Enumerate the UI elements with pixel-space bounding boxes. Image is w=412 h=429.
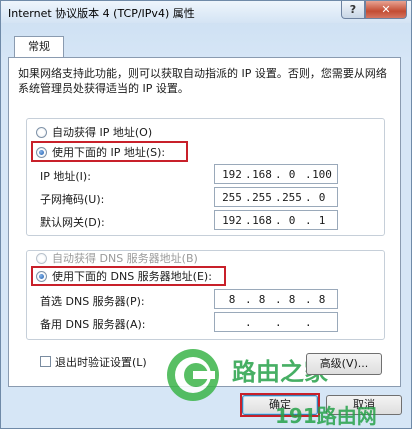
auto-ip-label: 自动获得 IP 地址(O) <box>52 126 153 139</box>
close-button[interactable]: ✕ <box>365 1 407 19</box>
ip-address-label: IP 地址(I): <box>40 170 91 183</box>
octet-dot: . <box>305 316 312 329</box>
auto-dns-radio-row[interactable]: 自动获得 DNS 服务器地址(B) <box>36 250 198 266</box>
validate-on-exit-checkbox[interactable] <box>40 356 51 367</box>
gateway-octet-3: 0 <box>288 214 296 227</box>
dns1-octet-1: 8 <box>228 293 236 306</box>
mask-octet-1: 255 <box>222 191 242 204</box>
gateway-octet-4: 1 <box>318 214 326 227</box>
auto-ip-radio-row[interactable]: 自动获得 IP 地址(O) <box>36 124 152 140</box>
watermark-site: 191路由网 <box>275 404 377 428</box>
watermark-logo-icon <box>167 349 219 401</box>
manual-ip-radio[interactable] <box>36 146 47 158</box>
gateway-octet-2: 168 <box>252 214 272 227</box>
default-gateway-label: 默认网关(D): <box>40 216 105 229</box>
validate-on-exit-label[interactable]: 退出时验证设置(L) <box>55 354 147 370</box>
auto-dns-radio[interactable] <box>36 252 47 264</box>
description-text: 如果网络支持此功能，则可以获取自动指派的 IP 设置。否则，您需要从网络系统管理… <box>18 67 387 95</box>
title-bar: Internet 协议版本 4 (TCP/IPv4) 属性 ? ✕ <box>1 1 411 23</box>
dns1-octet-2: 8 <box>258 293 266 306</box>
mask-octet-3: 255 <box>282 191 302 204</box>
manual-dns-radio-row[interactable]: 使用下面的 DNS 服务器地址(E): <box>36 268 212 284</box>
dns1-octet-4: 8 <box>318 293 326 306</box>
mask-octet-2: 255 <box>252 191 272 204</box>
octet-dot: . <box>275 316 282 329</box>
mask-octet-4: 0 <box>318 191 326 204</box>
manual-ip-label: 使用下面的 IP 地址(S): <box>52 146 166 159</box>
subnet-mask-label: 子网掩码(U): <box>40 193 105 206</box>
gateway-octet-1: 192 <box>222 214 242 227</box>
subnet-mask-input[interactable]: 255 . 255 . 255 . 0 <box>214 187 338 207</box>
dns1-octet-3: 8 <box>288 293 296 306</box>
auto-ip-radio[interactable] <box>36 126 47 138</box>
manual-dns-radio[interactable] <box>36 270 47 282</box>
default-gateway-input[interactable]: 192 . 168 . 0 . 1 <box>214 210 338 230</box>
advanced-button[interactable]: 高级(V)... <box>306 353 382 375</box>
octet-dot: . <box>245 316 252 329</box>
ip-address-input[interactable]: 192 . 168 . 0 . 100 <box>214 164 338 184</box>
auto-dns-label: 自动获得 DNS 服务器地址(B) <box>52 252 198 265</box>
preferred-dns-input[interactable]: 8 . 8 . 8 . 8 <box>214 289 338 309</box>
window-title: Internet 协议版本 4 (TCP/IPv4) 属性 <box>8 7 195 20</box>
preferred-dns-label: 首选 DNS 服务器(P): <box>40 295 145 308</box>
alternate-dns-input[interactable]: . . . <box>214 312 338 332</box>
ip-octet-1: 192 <box>222 168 242 181</box>
ip-octet-2: 168 <box>252 168 272 181</box>
manual-ip-radio-row[interactable]: 使用下面的 IP 地址(S): <box>36 144 165 160</box>
alternate-dns-label: 备用 DNS 服务器(A): <box>40 318 146 331</box>
tab-general[interactable]: 常规 <box>14 36 64 58</box>
ip-octet-3: 0 <box>288 168 296 181</box>
ip-octet-4: 100 <box>312 168 332 181</box>
help-button[interactable]: ? <box>341 1 365 19</box>
manual-dns-label: 使用下面的 DNS 服务器地址(E): <box>52 270 212 283</box>
